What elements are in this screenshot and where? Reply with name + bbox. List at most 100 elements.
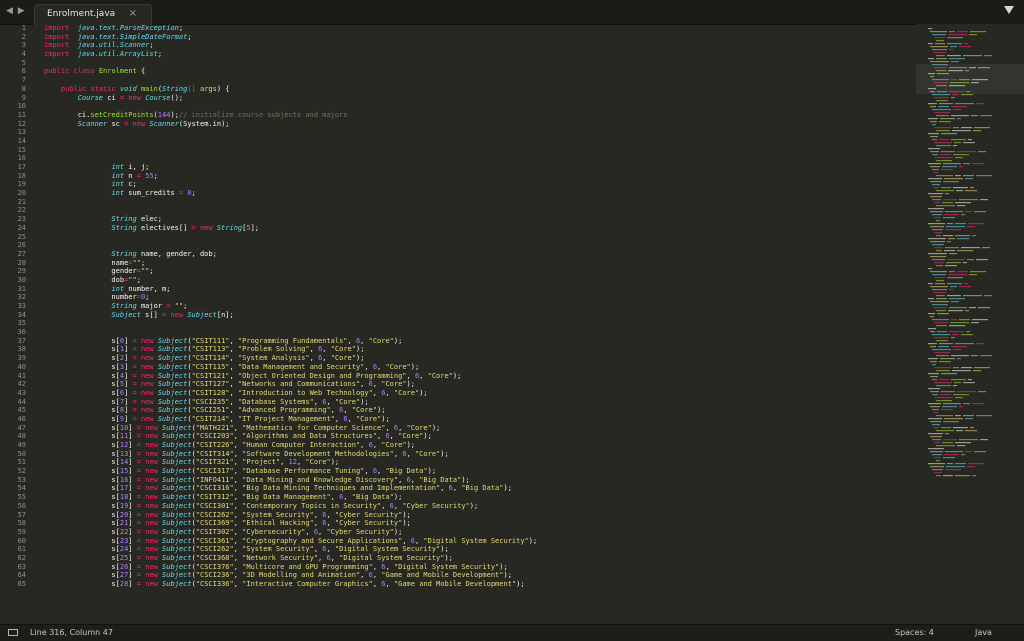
code-line[interactable]: public class Enrolment { bbox=[44, 67, 904, 76]
code-line[interactable]: Course ci = new Course(); bbox=[44, 94, 904, 103]
code-line[interactable]: s[13] = new Subject("CSIT314", "Software… bbox=[44, 450, 904, 459]
code-line[interactable]: String major = ""; bbox=[44, 302, 904, 311]
minimap-line bbox=[945, 247, 959, 249]
line-number: 63 bbox=[17, 562, 26, 571]
code-line[interactable]: s[8] = new Subject("CSCI251", "Advanced … bbox=[44, 406, 904, 415]
indentation-setting[interactable]: Spaces: 4 bbox=[895, 628, 934, 637]
code-line[interactable]: import java.util.ArrayList; bbox=[44, 50, 904, 59]
code-line[interactable]: s[20] = new Subject("CSCI262", "System S… bbox=[44, 511, 904, 520]
minimap-line bbox=[936, 298, 947, 300]
code-token: Subject bbox=[162, 562, 192, 571]
code-line[interactable]: import java.util.Scanner; bbox=[44, 41, 904, 50]
code-area[interactable]: import java.text.ParseException; import j… bbox=[44, 24, 904, 624]
code-line[interactable]: s[6] = new Subject("CSIT128", "Introduct… bbox=[44, 389, 904, 398]
code-line[interactable]: int sum_credits = 0; bbox=[44, 189, 904, 198]
code-line[interactable]: s[11] = new Subject("CSCI203", "Algorith… bbox=[44, 432, 904, 441]
code-line[interactable]: s[3] = new Subject("CSIT115", "Data Mana… bbox=[44, 363, 904, 372]
code-line[interactable]: s[4] = new Subject("CSIT121", "Object Or… bbox=[44, 372, 904, 381]
code-line[interactable]: String elec; bbox=[44, 215, 904, 224]
minimap-line bbox=[943, 421, 959, 423]
code-line[interactable]: s[24] = new Subject("CSCI262", "System S… bbox=[44, 545, 904, 554]
code-line[interactable]: s[15] = new Subject("CSCI317", "Database… bbox=[44, 467, 904, 476]
syntax-selector[interactable]: Java bbox=[975, 628, 992, 637]
code-line[interactable] bbox=[44, 319, 904, 328]
minimap-line bbox=[930, 121, 937, 123]
code-line[interactable]: s[21] = new Subject("CSCI369", "Ethical … bbox=[44, 519, 904, 528]
code-token: new bbox=[140, 397, 154, 406]
code-line[interactable]: int n = 55; bbox=[44, 172, 904, 181]
minimap-line bbox=[968, 139, 972, 141]
code-line[interactable] bbox=[44, 102, 904, 111]
code-line[interactable] bbox=[44, 328, 904, 337]
code-line[interactable]: import java.text.SimpleDateFormat; bbox=[44, 33, 904, 42]
code-line[interactable] bbox=[44, 241, 904, 250]
code-line[interactable]: int number, m; bbox=[44, 285, 904, 294]
code-token: , bbox=[229, 371, 238, 380]
code-token: Subject bbox=[157, 406, 188, 415]
code-line[interactable]: public static void main(String[] args) { bbox=[44, 85, 904, 94]
code-line[interactable]: s[28] = new Subject("CSCI336", "Interact… bbox=[44, 580, 904, 589]
code-line[interactable]: s[9] = new Subject("CSIT214", "IT Projec… bbox=[44, 415, 904, 424]
code-token: new bbox=[145, 458, 158, 467]
code-line[interactable]: String electives[] = new String[5]; bbox=[44, 224, 904, 233]
code-line[interactable]: s[10] = new Subject("MATH221", "Mathemat… bbox=[44, 424, 904, 433]
code-line[interactable]: s[27] = new Subject("CSCI236", "3D Model… bbox=[44, 571, 904, 580]
code-line[interactable]: int c; bbox=[44, 180, 904, 189]
close-icon[interactable]: × bbox=[129, 8, 137, 19]
code-line[interactable] bbox=[44, 59, 904, 68]
code-line[interactable]: s[12] = new Subject("CSIT226", "Human Co… bbox=[44, 441, 904, 450]
code-line[interactable]: s[18] = new Subject("CSIT312", "Big Data… bbox=[44, 493, 904, 502]
minimap-line bbox=[932, 289, 947, 291]
code-line[interactable]: s[16] = new Subject("INFO411", "Data Min… bbox=[44, 476, 904, 485]
code-line[interactable]: s[7] = new Subject("CSCI235", "Database … bbox=[44, 398, 904, 407]
minimap-line bbox=[947, 259, 965, 261]
code-line[interactable]: String name, gender, dob; bbox=[44, 250, 904, 259]
code-line[interactable]: s[26] = new Subject("CSCI376", "Multicor… bbox=[44, 563, 904, 572]
line-number: 28 bbox=[17, 258, 26, 267]
chevron-down-icon[interactable] bbox=[1004, 6, 1014, 14]
minimap-line bbox=[930, 196, 942, 198]
tab-enrolment-java[interactable]: Enrolment.java × bbox=[34, 4, 152, 25]
code-token: "Big Data" bbox=[419, 475, 462, 484]
code-line[interactable]: number=0; bbox=[44, 293, 904, 302]
minimap-line bbox=[943, 217, 955, 219]
line-number: 59 bbox=[17, 527, 26, 536]
code-token: s[ bbox=[44, 406, 120, 415]
code-line[interactable] bbox=[44, 146, 904, 155]
code-line[interactable] bbox=[44, 154, 904, 163]
code-line[interactable]: s[0] = new Subject("CSIT111", "Programmi… bbox=[44, 337, 904, 346]
code-line[interactable] bbox=[44, 233, 904, 242]
code-line[interactable]: s[19] = new Subject("CSCI301", "Contempo… bbox=[44, 502, 904, 511]
code-line[interactable]: s[17] = new Subject("CSCI316", "Big Data… bbox=[44, 484, 904, 493]
code-line[interactable]: s[22] = new Subject("CSIT302", "Cybersec… bbox=[44, 528, 904, 537]
code-token: , bbox=[322, 345, 331, 354]
code-line[interactable] bbox=[44, 198, 904, 207]
code-line[interactable] bbox=[44, 206, 904, 215]
minimap[interactable] bbox=[916, 24, 1024, 624]
code-line[interactable]: dob=""; bbox=[44, 276, 904, 285]
code-line[interactable]: s[2] = new Subject("CSIT114", "System An… bbox=[44, 354, 904, 363]
code-editor[interactable]: 1 2 3 4 5 6 7 8 9 10 11 12 13 14 15 16 17 18 19 20 21 22 23 24 2… bbox=[0, 24, 916, 624]
cursor-position[interactable]: Line 316, Column 47 bbox=[30, 628, 113, 637]
tab-nav-arrows-icon[interactable]: ◀ ▶ bbox=[6, 6, 26, 16]
code-line[interactable]: ci.setCreditPoints(144);// initialize co… bbox=[44, 111, 904, 120]
code-line[interactable]: s[5] = new Subject("CSIT127", "Networks … bbox=[44, 380, 904, 389]
code-line[interactable]: s[1] = new Subject("CSIT113", "Problem S… bbox=[44, 345, 904, 354]
code-line[interactable]: gender=""; bbox=[44, 267, 904, 276]
code-token: , bbox=[233, 562, 243, 571]
code-line[interactable]: import java.text.ParseException; bbox=[44, 24, 904, 33]
panel-toggle-icon[interactable] bbox=[8, 629, 18, 636]
code-line[interactable]: Subject s[] = new Subject[n]; bbox=[44, 311, 904, 320]
code-line[interactable] bbox=[44, 128, 904, 137]
code-line[interactable]: name=""; bbox=[44, 259, 904, 268]
code-line[interactable]: s[23] = new Subject("CSCI361", "Cryptogr… bbox=[44, 537, 904, 546]
code-line[interactable]: int i, j; bbox=[44, 163, 904, 172]
code-line[interactable] bbox=[44, 76, 904, 85]
code-line[interactable] bbox=[44, 137, 904, 146]
minimap-line bbox=[944, 250, 955, 252]
code-line[interactable]: s[25] = new Subject("CSCI368", "Network … bbox=[44, 554, 904, 563]
minimap-viewport[interactable] bbox=[916, 64, 1024, 94]
code-line[interactable]: s[14] = new Subject("CSIT321", "Project"… bbox=[44, 458, 904, 467]
code-line[interactable]: Scanner sc = new Scanner(System.in); bbox=[44, 120, 904, 129]
